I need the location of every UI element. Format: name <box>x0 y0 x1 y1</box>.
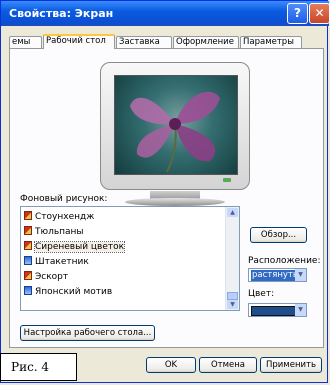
figure-caption: Рис. 4 <box>0 353 77 381</box>
color-swatch <box>251 306 296 316</box>
bitmap-icon <box>24 271 32 280</box>
position-select[interactable]: растянуть ▼ <box>248 268 307 282</box>
position-label: Расположение: <box>248 256 321 266</box>
color-picker[interactable]: ▼ <box>248 303 307 317</box>
apply-button[interactable]: Применить <box>260 357 322 373</box>
help-button[interactable]: ? <box>287 3 308 24</box>
background-listbox[interactable]: Стоунхендж Тюльпаны Сиреневый цветок Шта… <box>20 206 240 311</box>
monitor-base <box>125 198 225 206</box>
list-item[interactable]: Японский мотив <box>24 286 112 297</box>
scroll-down-arrow-icon[interactable]: ▼ <box>227 300 238 309</box>
tab-settings[interactable]: Параметры <box>240 36 302 48</box>
tab-screensaver[interactable]: Заставка <box>116 36 172 48</box>
tab-strip: емы Рабочий стол Заставка Оформление Пар… <box>9 34 324 49</box>
list-scrollbar[interactable]: ▲ ▼ <box>225 207 239 310</box>
monitor-preview <box>100 62 250 190</box>
browse-button[interactable]: Обзор... <box>250 227 307 243</box>
bitmap-icon <box>24 241 32 250</box>
purple-flower-image <box>130 91 220 173</box>
desktop-tab-panel: Фоновый рисунок: Стоунхендж Тюльпаны Сир… <box>9 48 324 348</box>
html-icon <box>24 256 32 265</box>
list-item[interactable]: Эскорт <box>24 271 68 282</box>
scroll-thumb[interactable] <box>227 292 238 300</box>
tab-themes[interactable]: емы <box>9 36 42 48</box>
ok-button[interactable]: OK <box>146 357 196 373</box>
display-properties-dialog: Свойства: Экран ? ✕ емы Рабочий стол Зас… <box>0 0 330 383</box>
power-led <box>223 178 231 182</box>
background-label: Фоновый рисунок: <box>20 194 108 204</box>
bitmap-icon <box>24 226 32 235</box>
position-value: растянуть <box>251 270 299 281</box>
tab-appearance[interactable]: Оформление <box>173 36 239 48</box>
chevron-down-icon[interactable]: ▼ <box>295 269 306 281</box>
cancel-button[interactable]: Отмена <box>199 357 257 373</box>
scroll-up-arrow-icon[interactable]: ▲ <box>227 208 238 217</box>
tab-desktop[interactable]: Рабочий стол <box>43 34 115 49</box>
list-item-selected[interactable]: Сиреневый цветок <box>24 241 126 253</box>
window-title: Свойства: Экран <box>9 7 114 20</box>
color-label: Цвет: <box>248 289 275 299</box>
bitmap-icon <box>24 211 32 220</box>
list-item[interactable]: Тюльпаны <box>24 226 84 237</box>
close-button[interactable]: ✕ <box>309 3 330 24</box>
customize-desktop-button[interactable]: Настройка рабочего стола... <box>20 325 155 341</box>
html-icon <box>24 286 32 295</box>
list-item[interactable]: Стоунхендж <box>24 211 94 222</box>
title-bar[interactable]: Свойства: Экран ? ✕ <box>1 1 330 26</box>
wallpaper-preview <box>114 75 238 175</box>
list-item[interactable]: Штакетник <box>24 256 89 267</box>
chevron-down-icon[interactable]: ▼ <box>295 304 306 316</box>
